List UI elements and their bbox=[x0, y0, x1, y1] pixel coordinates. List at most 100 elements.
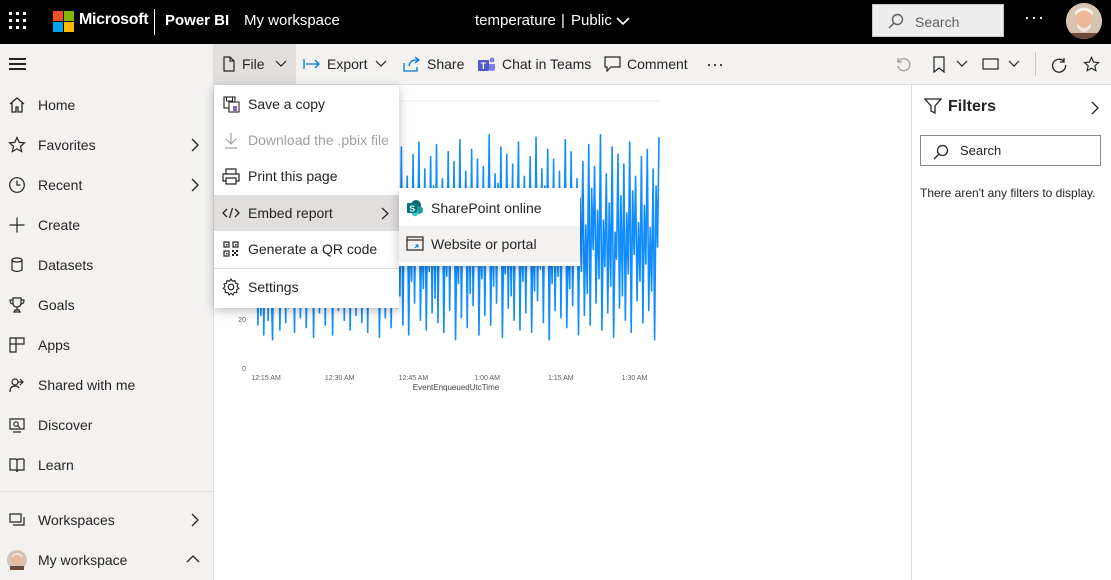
report-toolbar: File Export Share T Chat in Teams Commen… bbox=[214, 44, 1111, 85]
search-icon bbox=[933, 144, 949, 160]
nav-item-workspaces[interactable]: Workspaces bbox=[0, 500, 214, 540]
shared-icon bbox=[9, 378, 24, 393]
y-tick-label: 0 bbox=[242, 366, 246, 373]
sharepoint-icon: S bbox=[407, 200, 423, 217]
nav-item-goals[interactable]: Goals bbox=[0, 285, 214, 325]
submenu-item-label: Website or portal bbox=[431, 236, 537, 252]
x-tick-label: 12:30 AM bbox=[325, 375, 355, 382]
export-menu-button[interactable]: Export bbox=[303, 44, 393, 84]
more-options-icon[interactable]: ··· bbox=[1024, 7, 1045, 28]
microsoft-logo-icon bbox=[53, 11, 74, 32]
nav-item-recent[interactable]: Recent bbox=[0, 165, 214, 205]
refresh-button[interactable] bbox=[1050, 44, 1074, 84]
nav-item-favorites[interactable]: Favorites bbox=[0, 125, 214, 165]
nav-item-learn[interactable]: Learn bbox=[0, 445, 214, 485]
home-icon bbox=[9, 97, 25, 113]
website-or-portal-menu-item[interactable]: Website or portal bbox=[399, 226, 580, 262]
nav-label: Home bbox=[38, 97, 76, 113]
nav-label: Discover bbox=[38, 417, 93, 433]
product-name[interactable]: Power BI bbox=[165, 12, 229, 29]
workspaces-icon bbox=[9, 513, 25, 526]
clock-icon bbox=[9, 177, 25, 193]
print-this-page-menu-item[interactable]: Print this page bbox=[214, 158, 399, 194]
file-label: File bbox=[242, 56, 265, 72]
embed-report-submenu: S SharePoint online Website or portal bbox=[399, 188, 580, 266]
nav-item-discover[interactable]: Discover bbox=[0, 405, 214, 445]
nav-item-my-workspace[interactable]: My workspace bbox=[0, 540, 214, 580]
view-menu-button[interactable] bbox=[982, 44, 1026, 84]
undo-icon bbox=[897, 58, 911, 72]
chevron-right-icon[interactable] bbox=[1090, 101, 1100, 115]
nav-label: Learn bbox=[38, 457, 74, 473]
report-title: temperature bbox=[475, 12, 556, 29]
nav-label: Favorites bbox=[38, 137, 96, 153]
chevron-right-icon[interactable] bbox=[190, 138, 200, 152]
download-icon bbox=[225, 132, 237, 149]
settings-menu-item[interactable]: Settings bbox=[214, 269, 399, 305]
avatar[interactable] bbox=[1066, 3, 1102, 39]
visibility-label[interactable]: Public bbox=[571, 12, 612, 29]
left-navigation: Home Favorites Recent Create Datasets Go… bbox=[0, 44, 214, 580]
chevron-right-icon[interactable] bbox=[190, 513, 200, 527]
avatar bbox=[7, 550, 27, 570]
chevron-down-icon bbox=[1008, 60, 1020, 67]
x-tick-label: 12:45 AM bbox=[399, 375, 429, 382]
save-a-copy-menu-item[interactable]: Save a copy bbox=[214, 86, 399, 122]
nav-item-apps[interactable]: Apps bbox=[0, 325, 214, 365]
nav-item-shared-with-me[interactable]: Shared with me bbox=[0, 365, 214, 405]
microsoft-brand[interactable]: Microsoft bbox=[79, 11, 149, 29]
file-icon bbox=[223, 56, 235, 72]
chevron-right-icon[interactable] bbox=[190, 178, 200, 192]
discover-icon bbox=[9, 418, 25, 433]
sharepoint-online-menu-item[interactable]: S SharePoint online bbox=[399, 190, 580, 226]
nav-label: Datasets bbox=[38, 257, 94, 273]
refresh-icon bbox=[1051, 58, 1067, 73]
favorite-button[interactable] bbox=[1083, 44, 1106, 84]
filter-icon bbox=[924, 98, 942, 115]
toolbar-more-icon[interactable]: ··· bbox=[706, 44, 724, 84]
svg-text:S: S bbox=[409, 204, 415, 214]
save-copy-icon bbox=[222, 95, 240, 113]
comment-button[interactable]: Comment bbox=[604, 44, 688, 84]
global-search-input[interactable]: Search bbox=[872, 4, 1004, 37]
file-menu-button[interactable]: File bbox=[214, 44, 296, 84]
brand-divider bbox=[154, 9, 155, 35]
star-icon bbox=[8, 136, 26, 153]
workspace-breadcrumb[interactable]: My workspace bbox=[244, 12, 340, 29]
apps-icon bbox=[9, 337, 25, 353]
title-separator: | bbox=[561, 12, 565, 29]
share-button[interactable]: Share bbox=[403, 44, 464, 84]
filters-pane: Filters Search There aren't any filters … bbox=[911, 85, 1111, 580]
nav-divider bbox=[0, 491, 213, 492]
comment-label: Comment bbox=[627, 56, 688, 72]
search-icon bbox=[888, 13, 904, 29]
nav-item-home[interactable]: Home bbox=[0, 85, 214, 125]
nav-item-datasets[interactable]: Datasets bbox=[0, 245, 214, 285]
gear-icon bbox=[222, 278, 240, 296]
generate-qr-code-menu-item[interactable]: Generate a QR code bbox=[214, 231, 399, 267]
x-tick-label: 1:30 AM bbox=[622, 375, 648, 382]
x-axis-label: EventEnqueuedUtcTime bbox=[413, 383, 500, 392]
chevron-down-icon[interactable] bbox=[615, 14, 631, 28]
embed-report-menu-item[interactable]: Embed report bbox=[214, 195, 399, 231]
nav-label: Create bbox=[38, 217, 81, 233]
menu-item-label: Download the .pbix file bbox=[248, 132, 389, 148]
chevron-down-icon bbox=[376, 60, 387, 67]
comment-icon bbox=[604, 56, 621, 72]
menu-item-label: Generate a QR code bbox=[248, 241, 378, 257]
filter-search-input[interactable]: Search bbox=[920, 135, 1101, 166]
chat-in-teams-button[interactable]: T Chat in Teams bbox=[477, 44, 591, 84]
hamburger-menu-icon[interactable] bbox=[9, 58, 27, 70]
filter-search-placeholder: Search bbox=[960, 143, 1002, 158]
chevron-up-icon[interactable] bbox=[186, 554, 200, 564]
export-icon bbox=[303, 59, 320, 69]
undo-button[interactable] bbox=[894, 44, 918, 84]
app-launcher-icon[interactable] bbox=[9, 12, 27, 30]
nav-label: Recent bbox=[38, 177, 83, 193]
share-label: Share bbox=[427, 56, 465, 72]
bookmark-icon bbox=[933, 55, 945, 73]
nav-label: Apps bbox=[38, 337, 70, 353]
bookmark-menu-button[interactable] bbox=[932, 44, 974, 84]
code-icon bbox=[222, 207, 240, 219]
nav-item-create[interactable]: Create bbox=[0, 205, 214, 245]
